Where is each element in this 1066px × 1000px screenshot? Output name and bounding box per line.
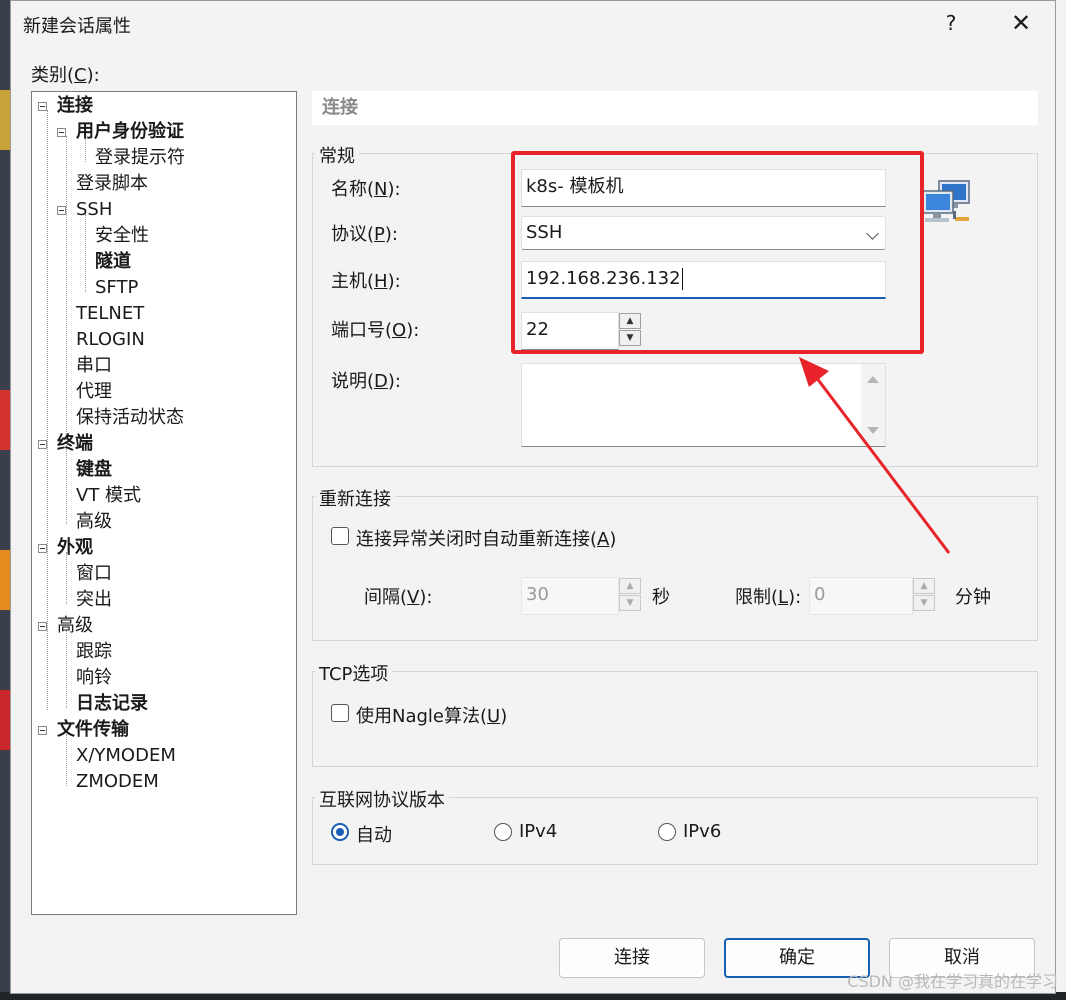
annotation-highlight-box xyxy=(511,151,924,354)
ipv4-label[interactable]: IPv4 xyxy=(519,821,557,842)
ip-auto-label[interactable]: 自动 xyxy=(356,821,392,847)
category-label: 类别(C): xyxy=(31,65,100,86)
auto-reconnect-label[interactable]: 连接异常关闭时自动重新连接(A) xyxy=(356,525,616,551)
watermark: CSDN @我在学习真的在学习 xyxy=(847,972,1058,991)
port-label: 端口号(O): xyxy=(331,320,420,341)
tree-item-sftp[interactable]: SFTP xyxy=(95,276,138,300)
session-properties-dialog: 新建会话属性 ? ✕ 类别(C): 连接 用户身份验证 登录提示符 登录脚本 S… xyxy=(10,0,1056,994)
limit-label: 限制(L): xyxy=(735,587,802,608)
tree-item-vt-mode[interactable]: VT 模式 xyxy=(76,484,141,508)
spin-down-icon[interactable]: ▼ xyxy=(913,595,935,611)
interval-spinner[interactable]: ▲ ▼ xyxy=(619,578,641,612)
interval-input[interactable]: 30 xyxy=(521,577,619,615)
tree-item-logging[interactable]: 日志记录 xyxy=(76,692,148,716)
tree-item-trace[interactable]: 跟踪 xyxy=(76,640,112,664)
tree-item-rlogin[interactable]: RLOGIN xyxy=(76,328,145,352)
tree-item-appearance[interactable]: 外观 xyxy=(38,536,93,560)
host-label: 主机(H): xyxy=(331,271,401,292)
spin-up-icon[interactable]: ▲ xyxy=(913,578,935,594)
tree-item-advanced[interactable]: 高级 xyxy=(38,614,93,638)
tree-item-security[interactable]: 安全性 xyxy=(95,224,149,248)
help-icon[interactable]: ? xyxy=(931,7,971,39)
ipv6-radio[interactable] xyxy=(658,823,676,841)
connect-button[interactable]: 连接 xyxy=(559,938,705,978)
tree-item-login-script[interactable]: 登录脚本 xyxy=(76,172,148,196)
tree-item-user-auth[interactable]: 用户身份验证 xyxy=(57,120,184,144)
tree-item-tunnel[interactable]: 隧道 xyxy=(95,250,131,274)
tree-item-terminal-advanced[interactable]: 高级 xyxy=(76,510,112,534)
tree-item-ssh[interactable]: SSH xyxy=(57,198,112,222)
ipv4-radio[interactable] xyxy=(494,823,512,841)
name-label: 名称(N): xyxy=(331,179,401,200)
tcp-group-title: TCP选项 xyxy=(315,660,393,686)
tree-item-highlight[interactable]: 突出 xyxy=(76,588,112,612)
tree-connector xyxy=(66,448,67,524)
category-tree[interactable]: 连接 用户身份验证 登录提示符 登录脚本 SSH 安全性 隧道 SFTP TEL… xyxy=(31,91,297,915)
tree-item-zmodem[interactable]: ZMODEM xyxy=(76,770,159,794)
tree-item-keyboard[interactable]: 键盘 xyxy=(76,458,112,482)
spin-up-icon[interactable]: ▲ xyxy=(619,578,641,594)
tree-connector xyxy=(66,136,67,462)
interval-label: 间隔(V): xyxy=(364,587,433,608)
reconnect-group-title: 重新连接 xyxy=(315,485,395,511)
ip-version-group-title: 互联网协议版本 xyxy=(315,786,449,812)
limit-unit: 分钟 xyxy=(955,587,991,608)
limit-spinner[interactable]: ▲ ▼ xyxy=(913,578,935,612)
description-label: 说明(D): xyxy=(331,371,401,392)
page-header: 连接 xyxy=(312,91,1038,125)
annotation-arrow xyxy=(799,357,951,554)
tree-item-telnet[interactable]: TELNET xyxy=(76,302,144,326)
ipv6-label[interactable]: IPv6 xyxy=(683,821,721,842)
network-computers-icon xyxy=(922,180,970,222)
nagle-label[interactable]: 使用Nagle算法(U) xyxy=(356,702,507,728)
tree-item-terminal[interactable]: 终端 xyxy=(38,432,93,456)
protocol-label: 协议(P): xyxy=(331,224,398,245)
title-bar: 新建会话属性 ? ✕ xyxy=(11,1,1055,47)
tree-connector xyxy=(66,630,67,708)
tree-item-window[interactable]: 窗口 xyxy=(76,562,112,586)
ip-auto-radio[interactable] xyxy=(331,823,349,841)
interval-unit: 秒 xyxy=(652,587,670,608)
tree-item-file-transfer[interactable]: 文件传输 xyxy=(38,718,129,742)
limit-input[interactable]: 0 xyxy=(809,577,913,615)
auto-reconnect-checkbox[interactable] xyxy=(331,527,349,545)
tree-item-connection[interactable]: 连接 xyxy=(38,94,93,118)
spin-down-icon[interactable]: ▼ xyxy=(619,595,641,611)
tree-item-login-prompt[interactable]: 登录提示符 xyxy=(95,146,185,170)
tree-item-serial[interactable]: 串口 xyxy=(76,354,112,378)
tree-item-xymodem[interactable]: X/YMODEM xyxy=(76,744,176,768)
nagle-checkbox[interactable] xyxy=(331,704,349,722)
tree-item-proxy[interactable]: 代理 xyxy=(76,380,112,404)
tree-connector xyxy=(85,214,86,292)
tree-item-keepalive[interactable]: 保持活动状态 xyxy=(76,406,184,430)
tree-item-bell[interactable]: 响铃 xyxy=(76,666,112,690)
general-group-title: 常规 xyxy=(315,142,359,168)
window-title: 新建会话属性 xyxy=(23,16,131,37)
close-icon[interactable]: ✕ xyxy=(1001,7,1041,39)
